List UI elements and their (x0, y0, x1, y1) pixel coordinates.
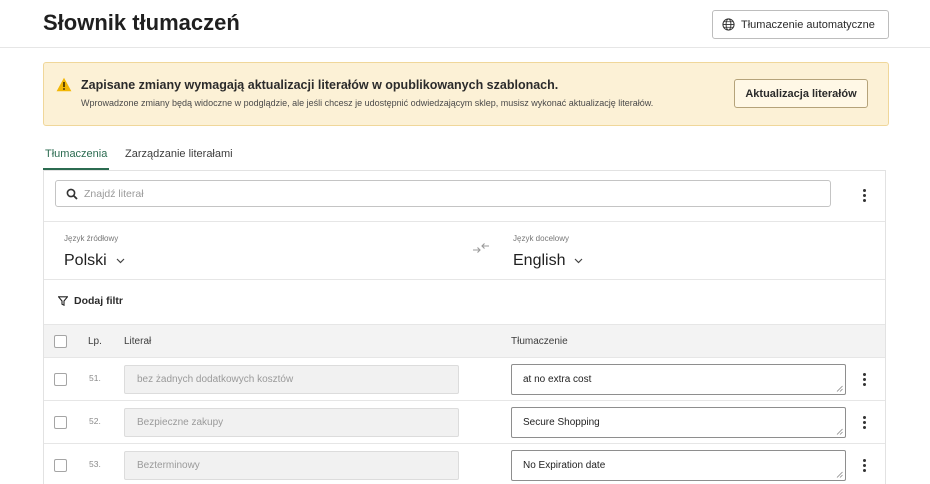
translation-field[interactable]: Secure Shopping (511, 407, 846, 438)
warning-banner: Zapisane zmiany wymagają aktualizacji li… (43, 62, 889, 126)
row-more-options-icon[interactable] (856, 370, 872, 388)
row-more-options-icon[interactable] (856, 413, 872, 431)
column-header-translation: Tłumaczenie (511, 336, 568, 347)
row-checkbox[interactable] (54, 416, 67, 429)
translation-value: at no extra cost (523, 374, 592, 385)
target-language-dropdown[interactable]: English (513, 252, 583, 270)
source-literal-field: Bezpieczne zakupy (124, 408, 459, 437)
source-language-value: Polski (64, 252, 107, 269)
row-checkbox[interactable] (54, 459, 67, 472)
swap-arrows-icon[interactable] (472, 241, 490, 259)
search-placeholder: Znajdź literał (84, 187, 144, 200)
source-language-dropdown[interactable]: Polski (64, 252, 125, 270)
table-header: Lp. Literał Tłumaczenie (44, 324, 885, 357)
source-literal-field: bez żadnych dodatkowych kosztów (124, 365, 459, 394)
translation-value: No Expiration date (523, 460, 606, 471)
translation-field[interactable]: No Expiration date (511, 450, 846, 481)
table-row: 51. bez żadnych dodatkowych kosztów at n… (44, 357, 885, 400)
more-options-icon[interactable] (856, 186, 872, 204)
column-header-lp: Lp. (88, 336, 102, 347)
add-filter-button[interactable]: Dodaj filtr (58, 295, 123, 307)
source-language-label: Język źródłowy (64, 234, 119, 243)
resize-grip-icon[interactable] (836, 428, 843, 435)
page-title: Słownik tłumaczeń (43, 10, 240, 35)
target-language-value: English (513, 252, 566, 269)
row-number: 51. (89, 373, 101, 383)
resize-grip-icon[interactable] (836, 471, 843, 478)
banner-description: Wprowadzone zmiany będą widoczne w podgl… (81, 98, 654, 108)
add-filter-label: Dodaj filtr (74, 295, 123, 307)
target-language-label: Język docelowy (513, 234, 570, 243)
table-row: 53. Bezterminowy No Expiration date (44, 443, 885, 484)
chevron-down-icon (575, 258, 583, 264)
globe-icon (722, 18, 735, 31)
update-literals-button[interactable]: Aktualizacja literałów (734, 79, 868, 108)
row-more-options-icon[interactable] (856, 456, 872, 474)
search-input[interactable]: Znajdź literał (55, 180, 831, 207)
translations-panel: Znajdź literał Język źródłowy Polski Jęz… (43, 170, 886, 484)
tab-translations[interactable]: Tłumaczenia (45, 148, 107, 160)
source-literal-field: Bezterminowy (124, 451, 459, 480)
translation-field[interactable]: at no extra cost (511, 364, 846, 395)
row-number: 53. (89, 459, 101, 469)
warning-icon (56, 77, 72, 97)
filter-icon (58, 296, 68, 306)
search-icon (66, 188, 78, 200)
table-row: 52. Bezpieczne zakupy Secure Shopping (44, 400, 885, 443)
banner-title: Zapisane zmiany wymagają aktualizacji li… (81, 78, 559, 92)
tab-literal-management[interactable]: Zarządzanie literałami (125, 148, 233, 160)
translation-value: Secure Shopping (523, 417, 600, 428)
column-header-literal: Literał (124, 336, 152, 347)
row-checkbox[interactable] (54, 373, 67, 386)
auto-translate-button[interactable]: Tłumaczenie automatyczne (712, 10, 889, 39)
auto-translate-label: Tłumaczenie automatyczne (741, 18, 875, 31)
chevron-down-icon (116, 258, 125, 264)
row-number: 52. (89, 416, 101, 426)
select-all-checkbox[interactable] (54, 335, 67, 348)
page-header: Słownik tłumaczeń Tłumaczenie automatycz… (0, 0, 930, 48)
resize-grip-icon[interactable] (836, 385, 843, 392)
language-selector: Język źródłowy Polski Język docelowy Eng… (44, 221, 885, 280)
